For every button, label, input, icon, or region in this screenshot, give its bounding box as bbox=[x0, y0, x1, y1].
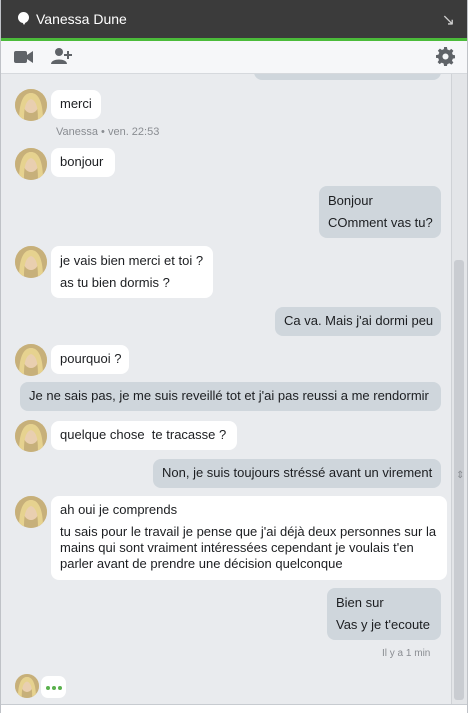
chat-toolbar bbox=[1, 41, 467, 74]
message-bubble-incoming[interactable]: bonjour bbox=[51, 148, 115, 177]
message-scrollbar[interactable]: ⇕ bbox=[451, 74, 467, 704]
message-text: pourquoi ? bbox=[60, 351, 122, 366]
message-text: quelque chose te tracasse ? bbox=[60, 427, 227, 442]
message-text: Vas y je t'ecoute bbox=[336, 617, 431, 632]
chat-window: Vanessa Dune ↘ merci Vanessa • ven. 22:5… bbox=[0, 0, 468, 713]
avatar[interactable] bbox=[15, 89, 47, 121]
message-bubble-incoming[interactable]: pourquoi ? bbox=[51, 345, 129, 374]
message-bubble-incoming[interactable]: quelque chose te tracasse ? bbox=[51, 421, 237, 450]
gear-icon[interactable] bbox=[436, 47, 456, 71]
expand-icon[interactable]: ↘ bbox=[442, 10, 455, 30]
video-camera-icon[interactable] bbox=[14, 50, 34, 69]
message-text: Bonjour bbox=[328, 193, 373, 208]
message-timestamp: Il y a 1 min bbox=[382, 648, 431, 659]
avatar[interactable] bbox=[15, 496, 47, 528]
chat-title-bar[interactable]: Vanessa Dune ↘ bbox=[1, 0, 467, 38]
typing-indicator bbox=[41, 676, 66, 698]
message-bubble-partial bbox=[254, 74, 441, 80]
message-bubble-incoming[interactable]: je vais bien merci et toi ? as tu bien d… bbox=[51, 246, 213, 298]
message-text: COmment vas tu? bbox=[328, 215, 433, 230]
message-text: Bien sur bbox=[336, 595, 384, 610]
message-bubble-outgoing[interactable]: Je ne sais pas, je me suis reveillé tot … bbox=[20, 382, 441, 411]
scrollbar-grip-icon: ⇕ bbox=[456, 470, 465, 481]
message-composer[interactable] bbox=[1, 704, 467, 713]
avatar[interactable] bbox=[15, 246, 47, 278]
message-bubble-outgoing[interactable]: Bien sur Vas y je t'ecoute bbox=[327, 588, 441, 640]
message-text: Je ne sais pas, je me suis reveillé tot … bbox=[29, 388, 429, 403]
add-person-icon[interactable] bbox=[51, 47, 73, 70]
message-text: Non, je suis toujours stréssé avant un v… bbox=[162, 465, 433, 480]
message-text: tu sais pour le travail je pense que j'a… bbox=[60, 524, 437, 571]
message-bubble-incoming[interactable]: ah oui je comprends tu sais pour le trav… bbox=[51, 496, 447, 580]
message-bubble-outgoing[interactable]: Non, je suis toujours stréssé avant un v… bbox=[153, 459, 441, 488]
message-bubble-outgoing[interactable]: Ca va. Mais j'ai dormi peu bbox=[275, 307, 441, 336]
message-list[interactable]: merci Vanessa • ven. 22:53 bonjour Bonjo… bbox=[1, 74, 449, 704]
message-text: Ca va. Mais j'ai dormi peu bbox=[284, 313, 434, 328]
message-meta: Vanessa • ven. 22:53 bbox=[56, 126, 160, 138]
message-text: merci bbox=[60, 96, 92, 111]
message-text: as tu bien dormis ? bbox=[60, 275, 170, 290]
avatar[interactable] bbox=[15, 344, 47, 376]
message-bubble-incoming[interactable]: merci bbox=[51, 90, 101, 119]
location-pin-icon bbox=[18, 12, 29, 25]
avatar[interactable] bbox=[15, 420, 47, 452]
message-text: ah oui je comprends bbox=[60, 502, 178, 517]
contact-name[interactable]: Vanessa Dune bbox=[36, 11, 127, 27]
avatar[interactable] bbox=[15, 674, 39, 698]
message-bubble-outgoing[interactable]: Bonjour COmment vas tu? bbox=[319, 186, 441, 238]
message-text: je vais bien merci et toi ? bbox=[60, 253, 204, 268]
avatar[interactable] bbox=[15, 148, 47, 180]
message-text: bonjour bbox=[60, 154, 104, 169]
